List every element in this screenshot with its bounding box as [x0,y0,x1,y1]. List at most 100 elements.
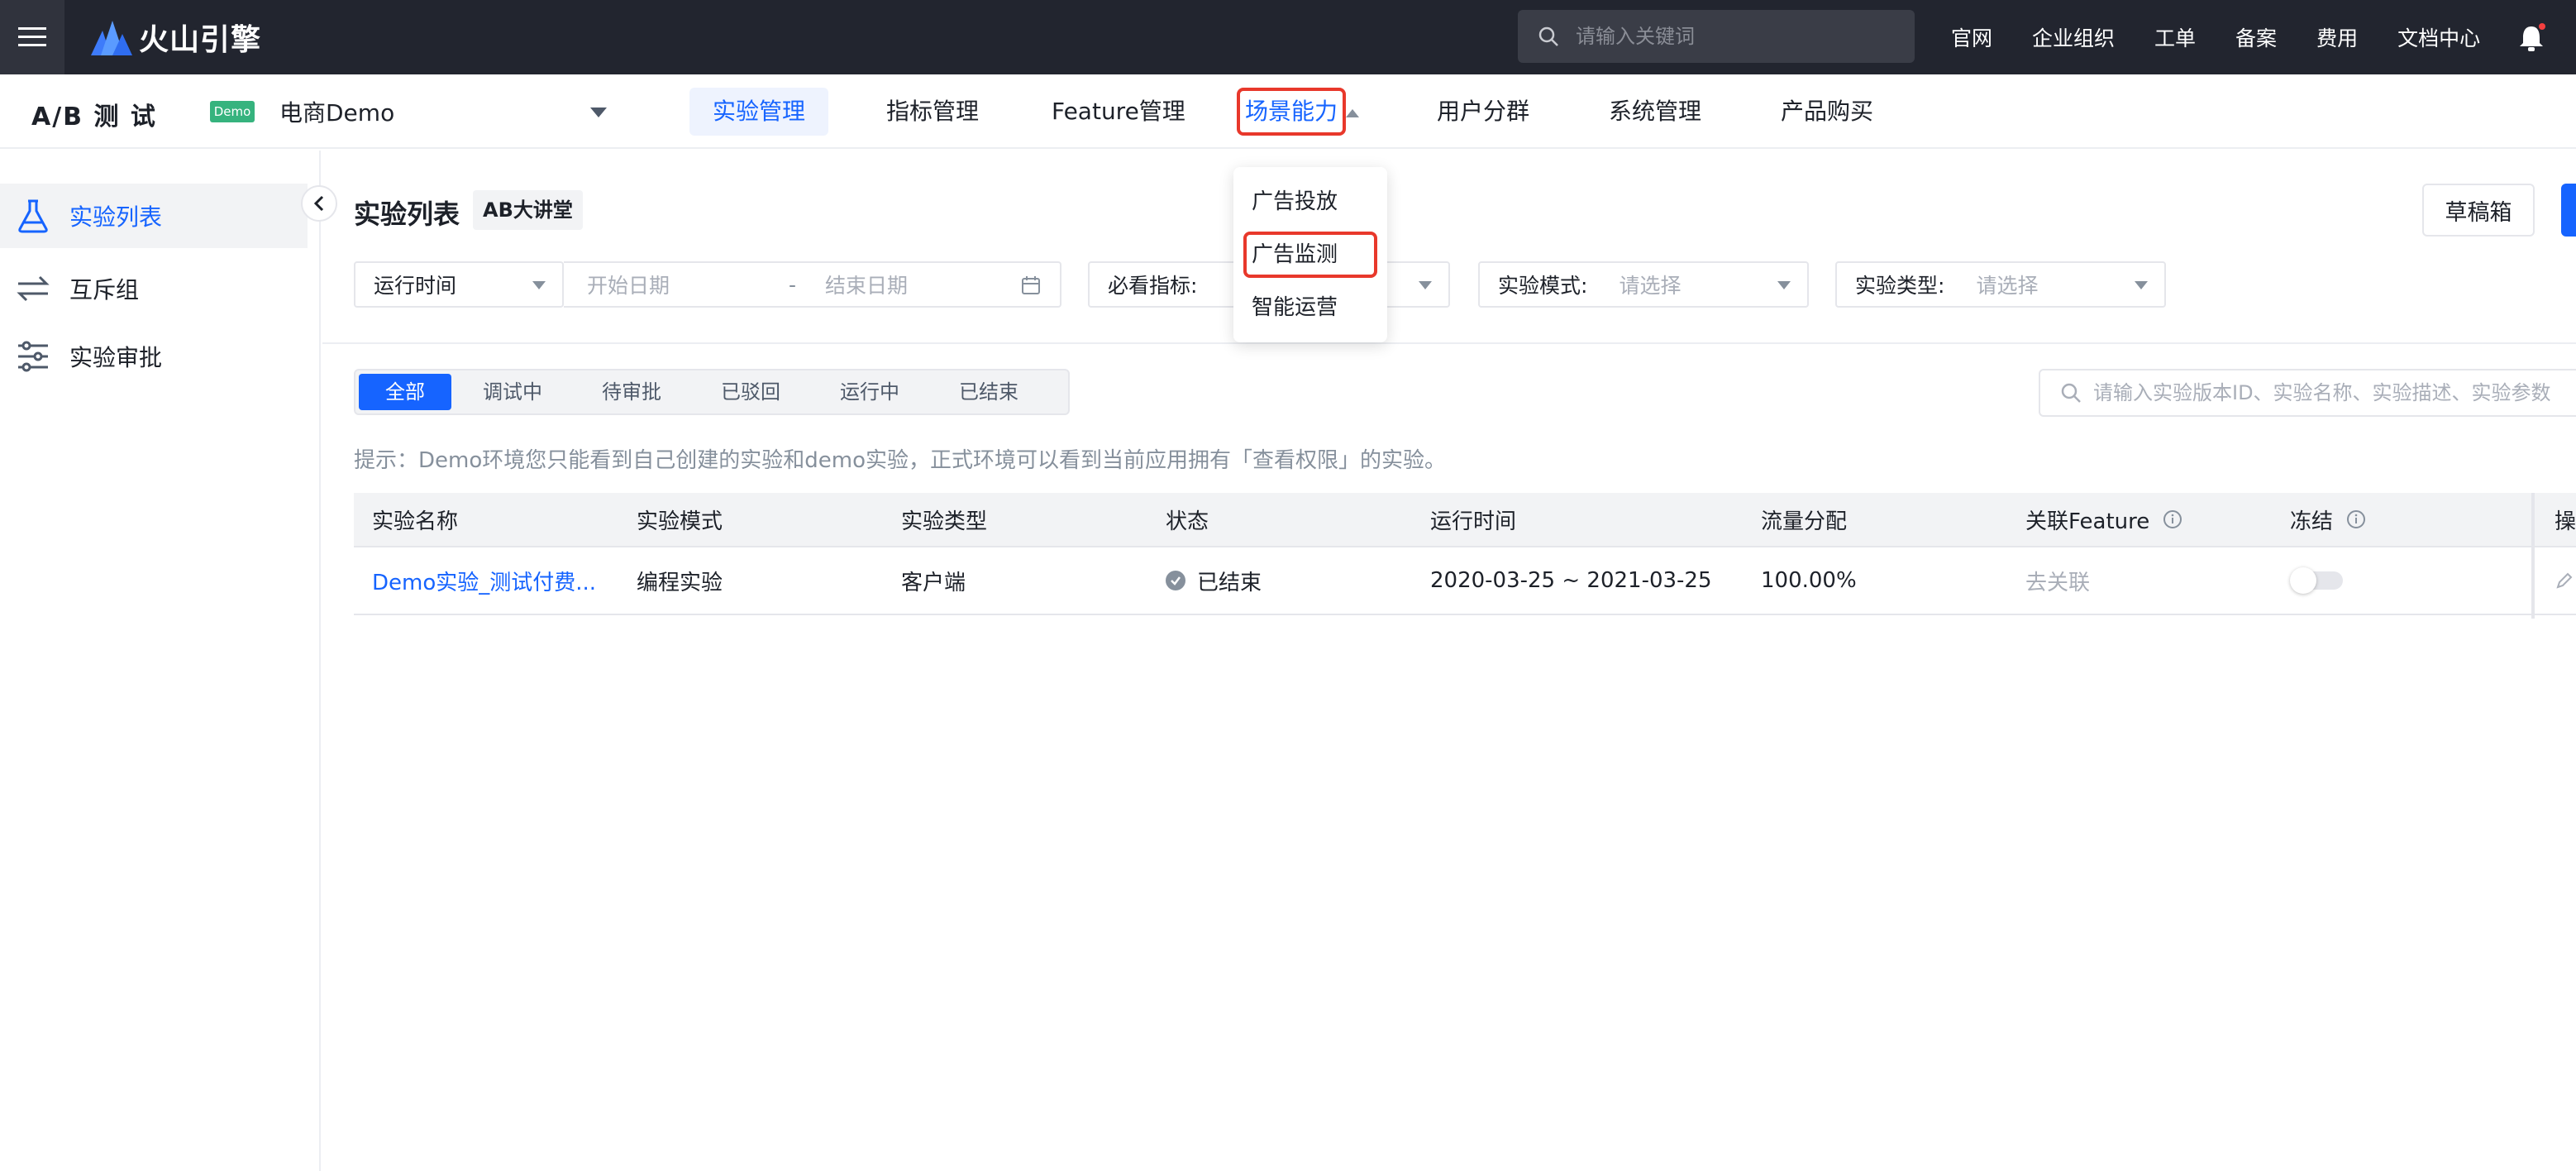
swap-arrows-icon [17,275,50,302]
experiment-mode-filter[interactable]: 实验模式: 请选择 [1478,261,1809,308]
tab-pending-approval[interactable]: 待审批 [574,374,689,410]
table-row[interactable]: Demo实验_测试付费... 编程实验 客户端 已结束 2020-03-25 ~… [354,547,2576,615]
top-links: 官网 企业组织 工单 备案 费用 文档中心 [1951,0,2520,74]
hamburger-icon [18,27,46,46]
start-date-input[interactable]: 开始日期 [587,270,670,299]
top-link-filing[interactable]: 备案 [2235,22,2277,52]
caret-up-icon [1346,109,1359,117]
status-tabs: 全部 调试中 待审批 已驳回 运行中 已结束 [354,369,1070,415]
nav-product-buy[interactable]: 产品购买 [1758,88,1896,136]
tab-ended[interactable]: 已结束 [931,374,1047,410]
experiment-type-filter[interactable]: 实验类型: 请选择 [1835,261,2166,308]
info-icon[interactable] [2163,509,2182,529]
experiment-runtime-cell: 2020-03-25 ~ 2021-03-25 [1430,568,1712,593]
link-feature-button[interactable]: 去关联 [2007,547,2090,614]
sticky-column-divider [2531,493,2535,619]
nav-metric-mgmt[interactable]: 指标管理 [863,88,1002,136]
tab-all[interactable]: 全部 [359,374,451,410]
page-title: 实验列表 [354,198,460,230]
experiment-mode-cell: 编程实验 [637,570,723,595]
tab-rejected[interactable]: 已驳回 [693,374,809,410]
sidebar-item-experiment-list[interactable]: 实验列表 [0,184,308,248]
experiment-traffic-cell: 100.00% [1761,568,1857,593]
demo-tip-text: 提示：Demo环境您只能看到自己创建的实验和demo实验，正式环境可以看到当前应… [354,448,1446,473]
col-header-actions: 操作 [2555,509,2576,534]
nav-feature-mgmt[interactable]: Feature管理 [1028,88,1209,136]
app-nav-bar: A/B 测 试 Demo 电商Demo 实验管理 指标管理 Feature管理 … [0,74,2576,149]
global-search[interactable] [1518,10,1915,63]
top-bar: 火山引擎 官网 企业组织 工单 备案 费用 文档中心 [0,0,2576,74]
col-header-name: 实验名称 [372,509,459,534]
date-separator: - [789,272,797,297]
runtime-filter-label: 运行时间 [374,274,457,298]
experiment-type-label: 实验类型: [1855,274,1945,298]
sidebar-item-label: 实验审批 [69,344,163,371]
actions-cell [2536,547,2574,614]
nav-experiment-mgmt[interactable]: 实验管理 [689,88,829,136]
experiment-status-cell: 已结束 [1147,547,1262,614]
top-link-billing[interactable]: 费用 [2316,22,2358,52]
required-metric-label: 必看指标: [1108,274,1198,298]
experiment-name-link[interactable]: Demo实验_测试付费... [354,547,596,614]
search-icon [1538,26,1558,46]
col-header-runtime: 运行时间 [1430,509,1517,534]
sidebar-item-exclusive-group[interactable]: 互斥组 [0,256,308,321]
col-header-frozen: 冻结 [2272,493,2366,546]
experiment-type-cell: 客户端 [901,570,966,595]
experiment-search-input[interactable] [2093,381,2576,404]
volcano-logo-icon [91,21,132,55]
app-name: A/B 测 试 [31,103,157,131]
caret-down-icon [1777,281,1791,289]
top-link-docs[interactable]: 文档中心 [2397,22,2480,52]
scene-capability-dropdown: 广告投放 广告监测 智能运营 [1233,167,1387,342]
col-header-status: 状态 [1166,509,1209,534]
flask-icon [18,199,48,233]
date-range-picker[interactable]: 开始日期 - 结束日期 [564,261,1061,308]
top-link-enterprise-org[interactable]: 企业组织 [2032,22,2115,52]
search-icon [2061,383,2081,403]
ab-lecture-tag[interactable]: AB大讲堂 [473,190,583,230]
experiment-mode-label: 实验模式: [1498,274,1588,298]
hamburger-menu-button[interactable] [0,0,64,74]
sidebar-collapse-button[interactable] [301,185,337,222]
freeze-toggle-cell [2272,547,2343,614]
tab-running[interactable]: 运行中 [812,374,928,410]
experiment-table: 实验名称 实验模式 实验类型 状态 运行时间 流量分配 关联Feature 冻结 [354,493,2576,615]
nav-system-mgmt[interactable]: 系统管理 [1586,88,1724,136]
experiment-search[interactable] [2039,369,2576,417]
tab-debugging[interactable]: 调试中 [455,374,570,410]
freeze-toggle[interactable] [2290,567,2343,594]
nav-scene-capability[interactable]: 场景能力 [1237,88,1347,136]
edit-icon[interactable] [2555,571,2574,590]
brand-name: 火山引擎 [139,23,262,57]
col-header-mode: 实验模式 [637,509,723,534]
project-select-value: 电商Demo [279,99,395,127]
calendar-icon [1022,276,1040,294]
caret-down-icon [1419,281,1432,289]
dropdown-item-ad-delivery[interactable]: 广告投放 [1243,179,1377,225]
top-link-official-site[interactable]: 官网 [1951,22,1992,52]
project-select[interactable]: 电商Demo [279,93,618,131]
drafts-button[interactable]: 草稿箱 [2422,184,2535,237]
end-date-input[interactable]: 结束日期 [825,270,908,299]
caret-down-icon [590,108,607,117]
sliders-icon [18,341,48,372]
sidebar: 实验列表 互斥组 实验审批 [0,151,321,1171]
col-header-traffic: 流量分配 [1761,509,1848,534]
global-search-input[interactable] [1576,25,1873,48]
info-icon[interactable] [2346,509,2366,529]
nav-user-segment[interactable]: 用户分群 [1414,88,1553,136]
dropdown-item-smart-operation[interactable]: 智能运营 [1243,284,1377,331]
notification-bell-icon[interactable] [2515,22,2548,55]
col-header-type: 实验类型 [901,509,988,534]
table-header: 实验名称 实验模式 实验类型 状态 运行时间 流量分配 关联Feature 冻结 [354,493,2576,547]
create-experiment-button[interactable] [2561,184,2576,237]
runtime-filter-select[interactable]: 运行时间 [354,261,564,308]
top-link-ticket[interactable]: 工单 [2154,22,2196,52]
sidebar-item-experiment-approval[interactable]: 实验审批 [0,324,308,389]
caret-down-icon [532,281,546,289]
col-header-feature: 关联Feature [2007,493,2182,546]
dropdown-item-ad-monitoring[interactable]: 广告监测 [1243,232,1377,278]
brand-logo[interactable]: 火山引擎 [88,16,261,59]
demo-badge: Demo [210,101,255,122]
